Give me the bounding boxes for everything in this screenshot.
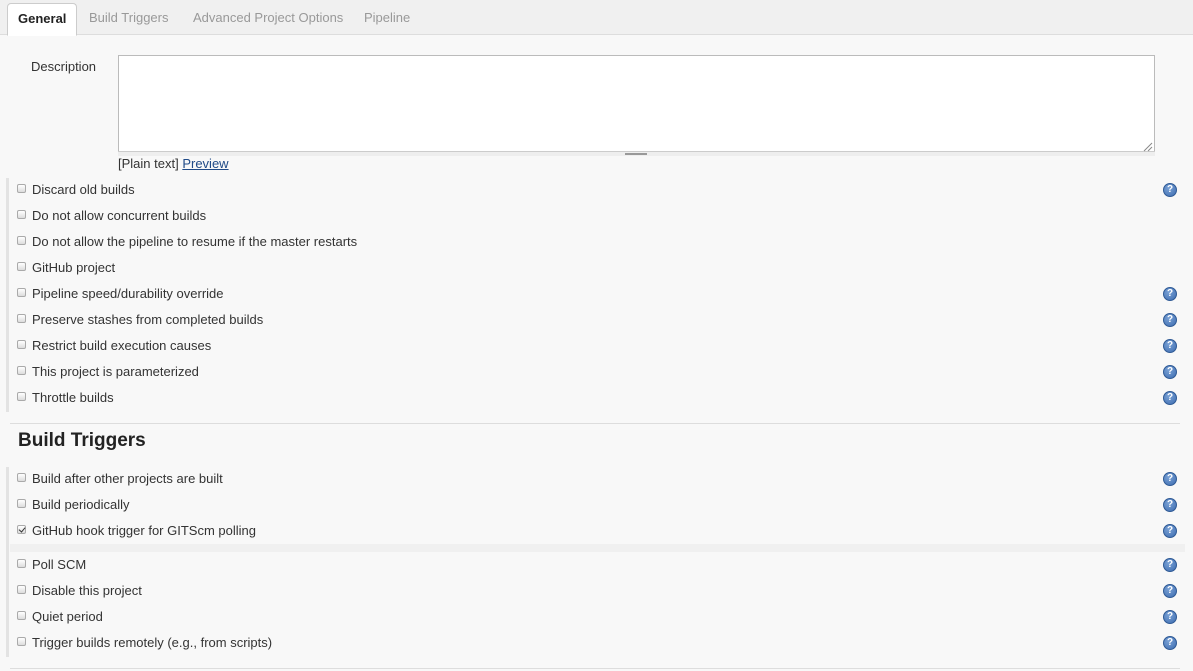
option-checkbox[interactable] (17, 184, 26, 193)
option-checkbox[interactable] (17, 473, 26, 482)
option-row: Poll SCM? (10, 552, 1185, 578)
help-icon[interactable]: ? (1163, 498, 1177, 512)
option-label[interactable]: This project is parameterized (32, 364, 199, 379)
build-triggers-heading: Build Triggers (18, 430, 146, 451)
tab-advanced-project-options[interactable]: Advanced Project Options (183, 3, 353, 35)
help-icon[interactable]: ? (1163, 313, 1177, 327)
option-checkbox[interactable] (17, 262, 26, 271)
option-row: Build after other projects are built? (10, 466, 1185, 492)
description-textarea[interactable] (118, 55, 1155, 153)
option-checkbox[interactable] (17, 366, 26, 375)
option-row: Quiet period? (10, 604, 1185, 630)
textarea-resize-bar[interactable] (118, 151, 1155, 156)
preview-link[interactable]: Preview (182, 156, 228, 171)
option-row: Throttle builds? (10, 385, 1185, 411)
option-row: Discard old builds? (10, 177, 1185, 203)
option-checkbox[interactable] (17, 392, 26, 401)
option-row: Restrict build execution causes? (10, 333, 1185, 359)
option-label[interactable]: Pipeline speed/durability override (32, 286, 224, 301)
tab-pipeline[interactable]: Pipeline (354, 3, 420, 35)
option-label[interactable]: Preserve stashes from completed builds (32, 312, 263, 327)
option-row: Trigger builds remotely (e.g., from scri… (10, 630, 1185, 656)
option-label[interactable]: Poll SCM (32, 557, 86, 572)
option-checkbox[interactable] (17, 288, 26, 297)
option-label[interactable]: Build after other projects are built (32, 471, 223, 486)
option-checkbox[interactable] (17, 611, 26, 620)
option-label[interactable]: Do not allow concurrent builds (32, 208, 206, 223)
option-label[interactable]: Trigger builds remotely (e.g., from scri… (32, 635, 272, 650)
section-divider-bottom (10, 668, 1180, 669)
expanded-option-band (10, 544, 1185, 552)
option-checkbox[interactable] (17, 210, 26, 219)
help-icon[interactable]: ? (1163, 584, 1177, 598)
option-label[interactable]: Build periodically (32, 497, 130, 512)
option-checkbox[interactable] (17, 559, 26, 568)
option-row: Pipeline speed/durability override? (10, 281, 1185, 307)
option-checkbox[interactable] (17, 585, 26, 594)
help-icon[interactable]: ? (1163, 524, 1177, 538)
description-label: Description (31, 59, 97, 74)
tab-build-triggers[interactable]: Build Triggers (79, 3, 178, 35)
help-icon[interactable]: ? (1163, 610, 1177, 624)
resize-corner-icon[interactable] (1141, 140, 1153, 152)
option-row: Do not allow the pipeline to resume if t… (10, 229, 1185, 255)
help-icon[interactable]: ? (1163, 636, 1177, 650)
build-triggers-group-bar (6, 467, 9, 657)
markup-format-line: [Plain text] Preview (118, 156, 229, 171)
option-label[interactable]: Disable this project (32, 583, 142, 598)
option-checkbox[interactable] (17, 236, 26, 245)
resize-grip-icon (625, 153, 647, 155)
config-tab-bar: General Build Triggers Advanced Project … (0, 0, 1193, 36)
help-icon[interactable]: ? (1163, 183, 1177, 197)
option-row: Preserve stashes from completed builds? (10, 307, 1185, 333)
option-label[interactable]: GitHub hook trigger for GITScm polling (32, 523, 256, 538)
option-label[interactable]: Do not allow the pipeline to resume if t… (32, 234, 357, 249)
option-row: GitHub hook trigger for GITScm polling? (10, 518, 1185, 544)
option-label[interactable]: Restrict build execution causes (32, 338, 211, 353)
option-checkbox[interactable] (17, 525, 26, 534)
option-row: Build periodically? (10, 492, 1185, 518)
option-checkbox[interactable] (17, 637, 26, 646)
help-icon[interactable]: ? (1163, 472, 1177, 486)
option-checkbox[interactable] (17, 314, 26, 323)
markup-format-label: [Plain text] (118, 156, 179, 171)
option-row: Do not allow concurrent builds (10, 203, 1185, 229)
section-divider (10, 423, 1180, 424)
option-checkbox[interactable] (17, 499, 26, 508)
option-label[interactable]: Throttle builds (32, 390, 114, 405)
general-options-group-bar (6, 178, 9, 412)
help-icon[interactable]: ? (1163, 391, 1177, 405)
option-checkbox[interactable] (17, 340, 26, 349)
option-label[interactable]: Quiet period (32, 609, 103, 624)
help-icon[interactable]: ? (1163, 287, 1177, 301)
help-icon[interactable]: ? (1163, 365, 1177, 379)
help-icon[interactable]: ? (1163, 339, 1177, 353)
option-row: Disable this project? (10, 578, 1185, 604)
option-row: GitHub project (10, 255, 1185, 281)
tab-general[interactable]: General (7, 3, 78, 36)
option-row: This project is parameterized? (10, 359, 1185, 385)
help-icon[interactable]: ? (1163, 558, 1177, 572)
option-label[interactable]: GitHub project (32, 260, 115, 275)
option-label[interactable]: Discard old builds (32, 182, 135, 197)
